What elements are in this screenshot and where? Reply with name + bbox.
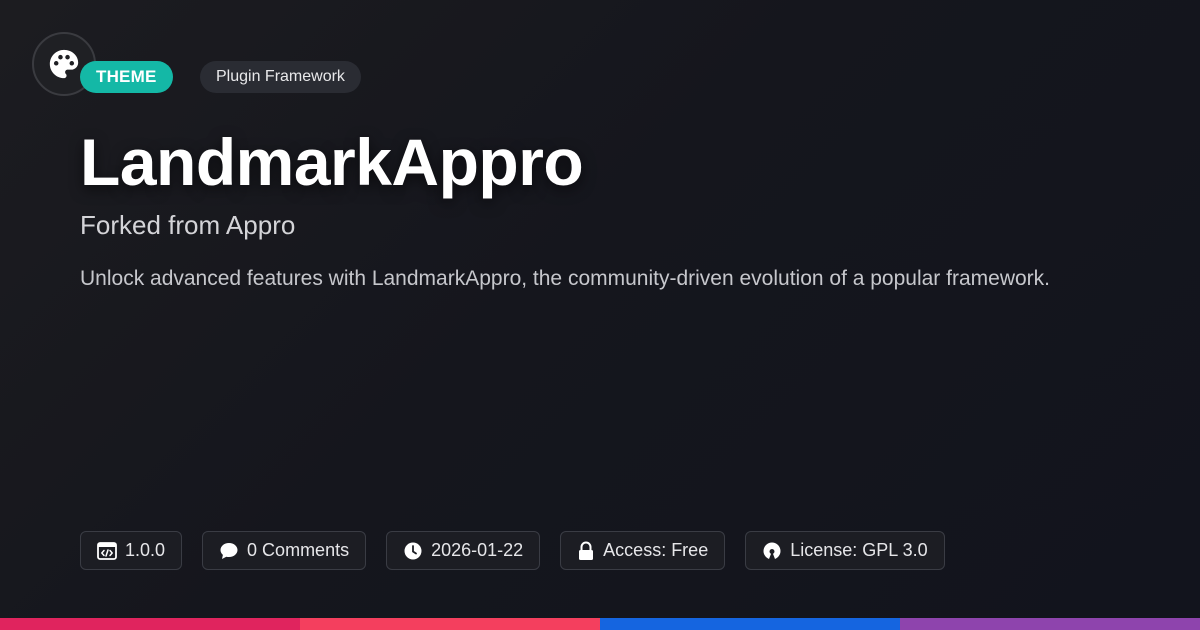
clock-icon (404, 542, 422, 559)
license-text: License: GPL 3.0 (790, 540, 928, 560)
open-source-icon (763, 542, 781, 559)
page-subtitle: Forked from Appro (80, 210, 296, 240)
stripe-3 (600, 618, 900, 630)
stripe-2 (300, 618, 600, 630)
type-badge: THEME (80, 61, 173, 93)
meta-row: 1.0.0 0 Comments 2026-01-22 Access: Free… (80, 531, 945, 570)
lock-icon (579, 541, 594, 560)
access-text: Access: Free (603, 540, 709, 560)
page-title: LandmarkAppro (80, 125, 584, 199)
stripe-1 (0, 618, 300, 630)
category-badge[interactable]: Plugin Framework (200, 61, 361, 93)
version-pill: 1.0.0 (80, 531, 183, 570)
comments-pill[interactable]: 0 Comments (202, 531, 367, 570)
access-pill: Access: Free (560, 531, 726, 570)
date-text: 2026-01-22 (431, 540, 524, 560)
comments-text: 0 Comments (247, 540, 350, 560)
code-window-icon (97, 541, 117, 560)
stripe-4 (900, 618, 1200, 630)
color-stripe-bar (0, 618, 1200, 630)
palette-icon (49, 49, 79, 79)
date-pill: 2026-01-22 (386, 531, 541, 570)
version-text: 1.0.0 (125, 540, 166, 560)
comment-icon (220, 542, 238, 559)
page-description: Unlock advanced features with LandmarkAp… (80, 267, 1050, 290)
license-pill: License: GPL 3.0 (745, 531, 945, 570)
